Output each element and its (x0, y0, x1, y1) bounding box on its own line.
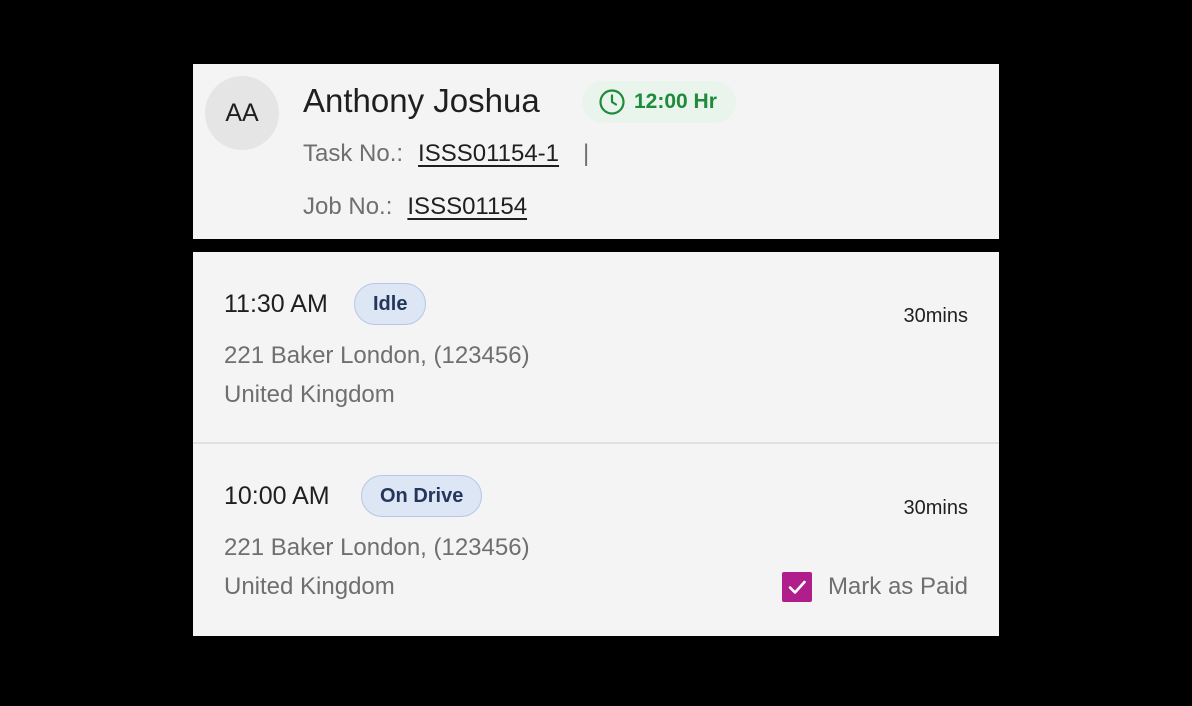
entry-time: 11:30 AM (224, 290, 328, 318)
mark-as-paid-control[interactable]: Mark as Paid (781, 572, 968, 602)
address-line-1: 221 Baker London, (123456) (224, 534, 530, 561)
job-number-link[interactable]: ISSS01154 (407, 193, 527, 221)
task-number-row: Task No.: ISSS01154-1 | (303, 140, 589, 168)
address-line-2: United Kingdom (224, 381, 395, 408)
task-header-card: AA Anthony Joshua 12:00 Hr Task No.: ISS… (193, 64, 999, 239)
list-item: 10:00 AM On Drive 30mins 221 Baker Londo… (193, 444, 999, 635)
duration-text: 12:00 Hr (634, 90, 717, 113)
entry-duration: 30mins (903, 497, 968, 519)
timeline-list: 11:30 AM Idle 30mins 221 Baker London, (… (193, 252, 999, 636)
task-number-label: Task No.: (303, 140, 404, 167)
avatar-initials: AA (225, 98, 259, 127)
mark-as-paid-checkbox[interactable] (781, 572, 812, 602)
job-number-row: Job No.: ISSS01154 (303, 193, 527, 221)
address-line-2: United Kingdom (224, 573, 395, 600)
avatar: AA (205, 76, 279, 150)
clock-icon (598, 88, 626, 116)
separator: | (583, 140, 590, 167)
address-line-1: 221 Baker London, (123456) (224, 342, 530, 369)
task-number-link[interactable]: ISSS01154-1 (418, 140, 559, 168)
status-badge: On Drive (361, 475, 483, 517)
check-icon (788, 580, 806, 594)
entry-duration: 30mins (903, 305, 968, 327)
status-badge: Idle (354, 283, 427, 325)
job-number-label: Job No.: (303, 193, 393, 220)
entry-time: 10:00 AM (224, 482, 330, 510)
mark-as-paid-label: Mark as Paid (827, 573, 968, 600)
driver-name: Anthony Joshua (303, 82, 540, 119)
list-item: 11:30 AM Idle 30mins 221 Baker London, (… (193, 252, 999, 444)
duration-badge: 12:00 Hr (582, 81, 736, 123)
